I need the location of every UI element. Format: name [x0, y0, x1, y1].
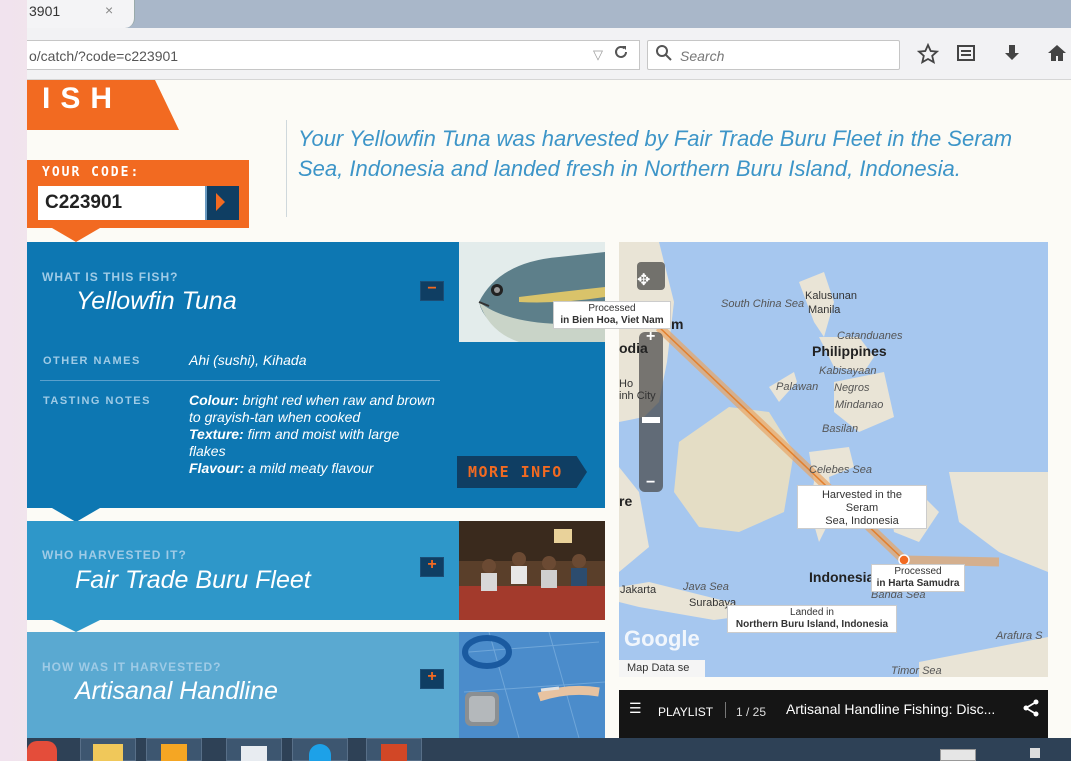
- playlist-divider: [725, 702, 726, 718]
- fish-panel-notch: [52, 508, 100, 522]
- search-input[interactable]: Search: [680, 48, 724, 64]
- playlist-icon[interactable]: ☰: [629, 700, 642, 717]
- harvester-panel-notch: [52, 620, 100, 632]
- code-box-notch: [52, 228, 100, 242]
- tray-icon[interactable]: [1030, 748, 1040, 758]
- flavour-value: a mild meaty flavour: [248, 460, 374, 476]
- site-logo[interactable]: ISH: [42, 82, 122, 116]
- marker-processed-vietnam-label[interactable]: Processed in Bien Hoa, Viet Nam: [553, 301, 671, 329]
- playlist-label[interactable]: PLAYLIST: [658, 705, 713, 719]
- map-label-kalusunan: Kalusunan: [805, 290, 857, 302]
- code-label: YOUR CODE:: [42, 165, 141, 180]
- colour-label: Colour:: [189, 392, 239, 408]
- code-input[interactable]: [38, 186, 206, 220]
- map-label-philippines: Philippines: [812, 343, 887, 359]
- fish-name: Yellowfin Tuna: [76, 287, 237, 315]
- map-label-partial-re: re: [619, 493, 633, 509]
- marker-processed-indonesia[interactable]: Processed in Harta Samudra: [871, 564, 965, 592]
- intro-text: Your Yellowfin Tuna was harvested by Fai…: [298, 126, 1013, 181]
- video-title[interactable]: Artisanal Handline Fishing: Disc...: [786, 701, 995, 717]
- reload-icon[interactable]: [613, 44, 629, 65]
- harvester-question: WHO HARVESTED IT?: [42, 548, 187, 562]
- search-icon: [656, 45, 672, 61]
- origin-map[interactable]: South China Sea Kalusunan Manila Catandu…: [619, 242, 1048, 677]
- explorer-taskbar-icon[interactable]: [80, 738, 136, 761]
- fishermen-photo: [459, 521, 605, 620]
- google-logo: Google: [624, 626, 700, 651]
- outlook-taskbar-icon[interactable]: [146, 738, 202, 761]
- flavour-label: Flavour:: [189, 460, 245, 476]
- skype-taskbar-icon[interactable]: [292, 738, 348, 761]
- playlist-counter: 1 / 25: [736, 705, 767, 719]
- map-label-catanduanes: Catanduanes: [837, 330, 903, 342]
- powerpoint-taskbar-icon[interactable]: [366, 738, 422, 761]
- more-info-label: MORE INFO: [468, 463, 563, 481]
- map-label-celebes-sea: Celebes Sea: [809, 464, 872, 476]
- map-label-kabisayaan: Kabisayaan: [819, 365, 877, 377]
- url-text[interactable]: o/catch/?code=c223901: [29, 48, 178, 64]
- map-label-partial-ho: Ho: [619, 378, 634, 390]
- other-names-value: Ahi (sushi), Kihada: [189, 352, 307, 368]
- map-label-partial-city: inh City: [619, 390, 656, 402]
- tab-title: 3901: [29, 3, 61, 19]
- expand-method-button[interactable]: +: [420, 668, 444, 689]
- intro-divider: [286, 120, 287, 217]
- panel-divider: [40, 380, 440, 381]
- map-zoom-in-icon[interactable]: +: [646, 328, 655, 346]
- plus-icon: +: [427, 668, 437, 685]
- map-label-negros: Negros: [834, 382, 870, 394]
- minus-icon: −: [427, 280, 437, 297]
- map-pan-icon[interactable]: ✥: [637, 270, 650, 290]
- other-names-label: OTHER NAMES: [43, 355, 141, 367]
- harvester-name: Fair Trade Buru Fleet: [75, 566, 311, 594]
- arrow-right-icon: [216, 193, 225, 211]
- map-label-indonesia: Indonesia: [809, 569, 875, 585]
- texture-label: Texture:: [189, 426, 244, 442]
- expand-harvester-button[interactable]: +: [420, 556, 444, 577]
- map-label-basilan: Basilan: [822, 423, 859, 435]
- map-data-link[interactable]: Map Data se: [619, 660, 705, 677]
- marker-harvested-seram[interactable]: Harvested in the Seram Sea, Indonesia: [797, 485, 927, 529]
- map-label-arafura: Arafura S: [996, 630, 1043, 642]
- bookmark-star-icon[interactable]: [917, 43, 939, 65]
- map-label-jakarta: Jakarta: [620, 584, 657, 596]
- map-zoom-out-icon[interactable]: −: [646, 474, 655, 492]
- collapse-fish-button[interactable]: −: [420, 280, 444, 301]
- handline-photo: [459, 632, 605, 738]
- tab-close-icon[interactable]: ×: [105, 2, 113, 18]
- map-label-mindanao: Mindanao: [835, 399, 884, 411]
- home-icon[interactable]: [1046, 43, 1068, 63]
- map-label-partial-m: m: [671, 316, 684, 332]
- url-dropdown-icon[interactable]: ▽: [593, 47, 603, 63]
- download-icon[interactable]: [1002, 43, 1022, 63]
- map-label-java-sea: Java Sea: [683, 581, 729, 593]
- map-label-partial-odia: odia: [619, 340, 648, 356]
- fish-question: WHAT IS THIS FISH?: [42, 270, 179, 284]
- browser-tab-bar: [27, 0, 1071, 28]
- tasting-notes-label: TASTING NOTES: [43, 395, 151, 407]
- window-taskbar-icon[interactable]: [226, 738, 282, 761]
- marker-landed-buru[interactable]: Landed in Northern Buru Island, Indonesia: [727, 605, 897, 633]
- map-label-palawan: Palawan: [776, 381, 819, 393]
- method-question: HOW WAS IT HARVESTED?: [42, 660, 222, 674]
- share-icon[interactable]: [1022, 699, 1040, 717]
- plus-icon: +: [427, 556, 437, 573]
- method-name: Artisanal Handline: [75, 677, 278, 705]
- map-label-timor-sea: Timor Sea: [891, 665, 942, 677]
- map-label-manila: Manila: [808, 304, 841, 316]
- map-label-south-china-sea: South China Sea: [721, 298, 805, 310]
- chrome-taskbar-icon[interactable]: [27, 741, 57, 761]
- reading-list-icon[interactable]: [956, 43, 976, 63]
- keyboard-icon[interactable]: [940, 749, 976, 761]
